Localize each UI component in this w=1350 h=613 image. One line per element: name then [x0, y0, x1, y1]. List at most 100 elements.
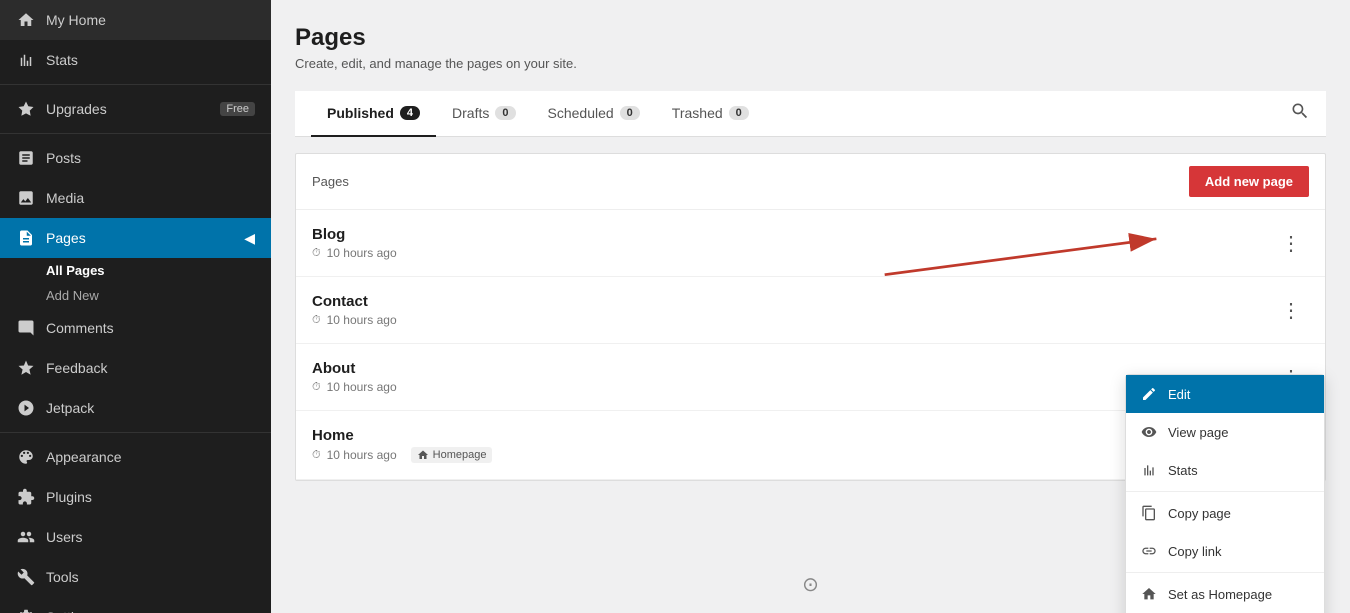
upgrades-icon	[16, 99, 36, 119]
sidebar-item-users[interactable]: Users	[0, 517, 271, 557]
tab-scheduled[interactable]: Scheduled 0	[532, 91, 656, 137]
tab-drafts-count: 0	[495, 106, 515, 120]
table-row: Blog ⏱ 10 hours ago ⋮	[296, 210, 1325, 277]
jetpack-icon	[16, 398, 36, 418]
tab-published[interactable]: Published 4	[311, 91, 436, 137]
clock-icon: ⏱	[312, 314, 321, 327]
edit-icon	[1140, 385, 1158, 403]
blog-more-button[interactable]: ⋮	[1273, 227, 1309, 260]
pages-icon	[16, 228, 36, 248]
appearance-icon	[16, 447, 36, 467]
tab-published-count: 4	[400, 106, 420, 120]
sidebar-item-tools[interactable]: Tools	[0, 557, 271, 597]
tab-published-label: Published	[327, 105, 394, 121]
page-blog-time: 10 hours ago	[327, 246, 397, 260]
tab-drafts[interactable]: Drafts 0	[436, 91, 531, 137]
sidebar-divider-3	[0, 432, 271, 433]
upgrades-badge: Free	[220, 102, 255, 116]
sidebar-item-upgrades[interactable]: Upgrades Free	[0, 89, 271, 129]
sidebar-item-jetpack-label: Jetpack	[46, 400, 94, 416]
sidebar-item-feedback-label: Feedback	[46, 360, 107, 376]
sidebar-item-feedback[interactable]: Feedback	[0, 348, 271, 388]
sidebar-item-settings[interactable]: Settings	[0, 597, 271, 613]
contact-more-button[interactable]: ⋮	[1273, 294, 1309, 327]
sidebar-item-appearance[interactable]: Appearance	[0, 437, 271, 477]
tab-scheduled-count: 0	[620, 106, 640, 120]
main-content: Pages Create, edit, and manage the pages…	[271, 0, 1350, 556]
sidebar-item-settings-label: Settings	[46, 609, 97, 613]
homepage-badge: Homepage	[411, 447, 493, 463]
pages-table: Pages Add new page Blog ⏱ 10 hours ago ⋮…	[295, 153, 1326, 481]
sidebar-item-upgrades-label: Upgrades	[46, 101, 107, 117]
sidebar-item-plugins[interactable]: Plugins	[0, 477, 271, 517]
tab-trashed-label: Trashed	[672, 105, 723, 121]
plugins-icon	[16, 487, 36, 507]
page-blog-info: Blog ⏱ 10 hours ago	[312, 226, 1273, 260]
sidebar-item-media-label: Media	[46, 190, 84, 206]
dropdown-copy-page-label: Copy page	[1168, 506, 1231, 521]
page-blog-title: Blog	[312, 226, 1273, 243]
sidebar-item-users-label: Users	[46, 529, 83, 545]
table-row: Contact ⏱ 10 hours ago ⋮	[296, 277, 1325, 344]
table-header-title: Pages	[312, 174, 349, 189]
posts-icon	[16, 148, 36, 168]
add-new-page-button[interactable]: Add new page	[1189, 166, 1309, 197]
dropdown-item-set-homepage[interactable]: Set as Homepage	[1126, 575, 1324, 613]
dropdown-stats-label: Stats	[1168, 463, 1198, 478]
dropdown-view-page-label: View page	[1168, 425, 1228, 440]
sidebar-sub-add-new[interactable]: Add New	[0, 283, 271, 308]
dropdown-set-homepage-label: Set as Homepage	[1168, 587, 1272, 602]
dropdown-copy-link-label: Copy link	[1168, 544, 1221, 559]
settings-icon	[16, 607, 36, 613]
page-contact-info: Contact ⏱ 10 hours ago	[312, 293, 1273, 327]
home-icon	[16, 10, 36, 30]
dropdown-item-copy-link[interactable]: Copy link	[1126, 532, 1324, 570]
sidebar-sub-all-pages[interactable]: All Pages	[0, 258, 271, 283]
copy-page-icon	[1140, 504, 1158, 522]
tab-trashed-count: 0	[729, 106, 749, 120]
set-homepage-icon	[1140, 585, 1158, 603]
page-subtitle: Create, edit, and manage the pages on yo…	[295, 56, 1326, 71]
page-contact-meta: ⏱ 10 hours ago	[312, 313, 1273, 327]
sidebar-item-posts[interactable]: Posts	[0, 138, 271, 178]
comments-icon	[16, 318, 36, 338]
media-icon	[16, 188, 36, 208]
sidebar-item-appearance-label: Appearance	[46, 449, 122, 465]
page-blog-meta: ⏱ 10 hours ago	[312, 246, 1273, 260]
wp-logo: ⊙	[802, 572, 819, 597]
tab-drafts-label: Drafts	[452, 105, 489, 121]
sidebar-item-comments[interactable]: Comments	[0, 308, 271, 348]
sidebar-item-tools-label: Tools	[46, 569, 79, 585]
clock-icon: ⏱	[312, 381, 321, 394]
page-home-time: 10 hours ago	[327, 448, 397, 462]
dropdown-divider-2	[1126, 572, 1324, 573]
sidebar-item-stats[interactable]: Stats	[0, 40, 271, 80]
dropdown-item-edit[interactable]: Edit	[1126, 375, 1324, 413]
sidebar-item-plugins-label: Plugins	[46, 489, 92, 505]
dropdown-item-view-page[interactable]: View page	[1126, 413, 1324, 451]
feedback-icon	[16, 358, 36, 378]
tab-trashed[interactable]: Trashed 0	[656, 91, 765, 137]
page-title: Pages	[295, 24, 1326, 52]
dropdown-item-copy-page[interactable]: Copy page	[1126, 494, 1324, 532]
tools-icon	[16, 567, 36, 587]
sidebar-item-comments-label: Comments	[46, 320, 114, 336]
sidebar-item-jetpack[interactable]: Jetpack	[0, 388, 271, 428]
page-contact-title: Contact	[312, 293, 1273, 310]
tab-scheduled-label: Scheduled	[548, 105, 614, 121]
dropdown-edit-label: Edit	[1168, 387, 1190, 402]
sidebar-item-media[interactable]: Media	[0, 178, 271, 218]
sidebar-item-posts-label: Posts	[46, 150, 81, 166]
sidebar-item-pages[interactable]: Pages ◀	[0, 218, 271, 258]
stats-icon	[16, 50, 36, 70]
search-button[interactable]	[1290, 101, 1310, 126]
stats-dropdown-icon	[1140, 461, 1158, 479]
copy-link-icon	[1140, 542, 1158, 560]
sidebar: My Home Stats Upgrades Free Posts Media	[0, 0, 271, 613]
dropdown-item-stats[interactable]: Stats	[1126, 451, 1324, 489]
table-header: Pages Add new page	[296, 154, 1325, 210]
sidebar-item-my-home-label: My Home	[46, 12, 106, 28]
sidebar-item-my-home[interactable]: My Home	[0, 0, 271, 40]
users-icon	[16, 527, 36, 547]
page-about-time: 10 hours ago	[327, 380, 397, 394]
